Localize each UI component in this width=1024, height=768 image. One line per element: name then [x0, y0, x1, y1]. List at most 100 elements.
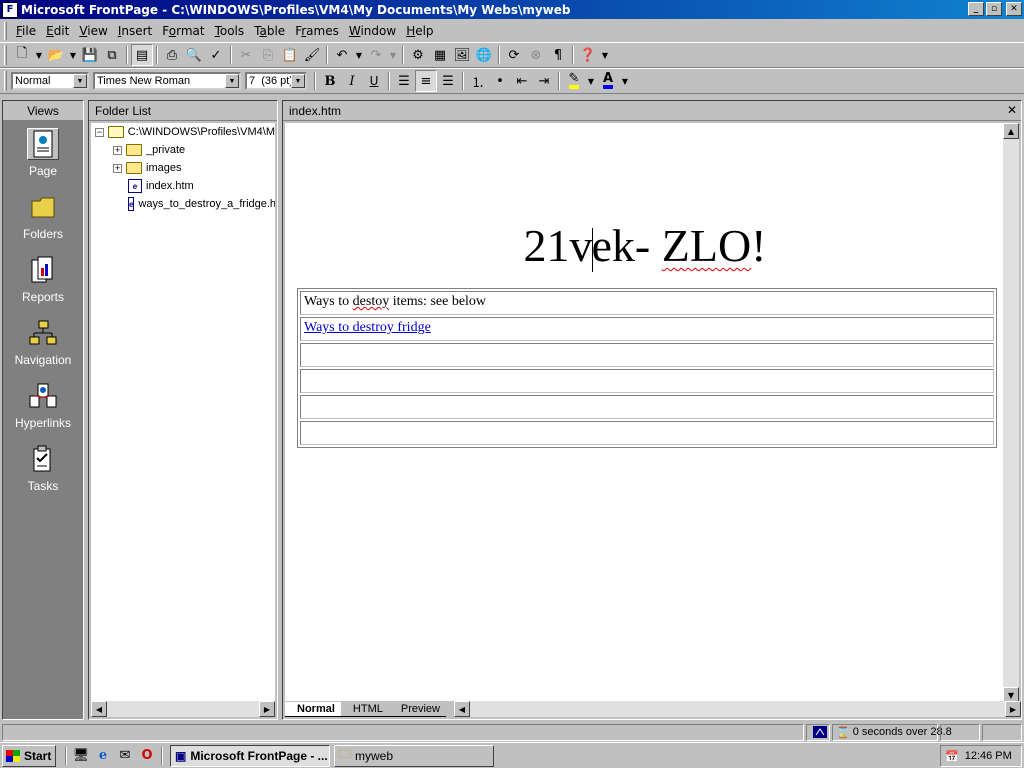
menu-frames[interactable]: Frames [290, 22, 344, 40]
folder-list-toggle-icon[interactable]: ▤ [131, 44, 153, 66]
help-dropdown-icon[interactable]: ▼ [599, 44, 611, 66]
menu-insert[interactable]: Insert [113, 22, 157, 40]
view-hyperlinks[interactable]: Hyperlinks [3, 373, 83, 436]
view-reports[interactable]: Reports [3, 247, 83, 310]
tree-item-index[interactable]: e index.htm [91, 177, 275, 195]
font-color-dropdown-icon[interactable]: ▼ [619, 70, 631, 92]
new-dropdown-icon[interactable]: ▼ [33, 44, 45, 66]
tab-html[interactable]: HTML [340, 702, 389, 717]
table-row[interactable] [300, 343, 994, 367]
help-icon[interactable]: ❓ [577, 44, 599, 66]
chevron-down-icon[interactable]: ▼ [291, 74, 305, 88]
view-folders[interactable]: Folders [3, 184, 83, 247]
scroll-track[interactable] [470, 701, 1005, 717]
undo-dropdown-icon[interactable]: ▼ [353, 44, 365, 66]
font-dropdown[interactable]: Times New Roman ▼ [93, 72, 241, 90]
refresh-icon[interactable]: ⟳ [503, 44, 525, 66]
insert-table-icon[interactable]: ▦ [429, 44, 451, 66]
italic-button[interactable]: I [341, 70, 363, 92]
expand-icon[interactable]: + [113, 145, 122, 155]
outlook-express-icon[interactable]: ✉ [115, 746, 135, 766]
insert-component-icon[interactable]: ⚙ [407, 44, 429, 66]
paste-icon[interactable]: 📋 [279, 44, 301, 66]
underline-button[interactable]: U [363, 70, 385, 92]
highlight-color-icon[interactable]: ✎ [563, 70, 585, 92]
tree-item-fridge-page[interactable]: e ways_to_destroy_a_fridge.h [91, 195, 275, 213]
format-painter-icon[interactable]: 🖌 [301, 44, 323, 66]
show-desktop-icon[interactable]: 🖥 [71, 746, 91, 766]
toolbar-grip[interactable] [4, 71, 7, 91]
align-center-icon[interactable]: ≡ [415, 70, 437, 92]
fridge-link[interactable]: Ways to destroy fridge [304, 320, 431, 335]
scheduler-icon[interactable]: 📅 [945, 750, 959, 763]
save-icon[interactable]: 💾 [79, 44, 101, 66]
tab-normal[interactable]: Normal [285, 701, 341, 717]
cut-icon[interactable]: ✂ [235, 44, 257, 66]
scroll-right-icon[interactable]: ▶ [1005, 701, 1021, 717]
menu-tools[interactable]: Tools [210, 22, 250, 40]
preview-in-browser-icon[interactable]: 🔍 [183, 44, 205, 66]
taskbar-myweb[interactable]: 🗀 myweb [334, 744, 494, 767]
style-dropdown[interactable]: Normal ▼ [11, 72, 89, 90]
start-button[interactable]: Start [2, 744, 56, 767]
frontpage-app-icon[interactable]: F [2, 1, 18, 18]
menu-help[interactable]: Help [401, 22, 438, 40]
undo-icon[interactable]: ↶ [331, 44, 353, 66]
scroll-up-icon[interactable]: ▲ [1003, 123, 1019, 139]
copy-icon[interactable]: ⎘ [257, 44, 279, 66]
tab-preview[interactable]: Preview [388, 702, 446, 717]
page-heading[interactable]: 21vek- ZLO! [285, 219, 1005, 273]
table-row[interactable]: Ways to destoy items: see below [300, 291, 994, 315]
internet-explorer-icon[interactable]: e [93, 746, 113, 766]
scroll-right-icon[interactable]: ▶ [259, 701, 275, 717]
stop-icon[interactable]: ⊗ [525, 44, 547, 66]
show-all-icon[interactable]: ¶ [547, 44, 569, 66]
decrease-indent-icon[interactable]: ⇤ [511, 70, 533, 92]
folder-list-hscrollbar[interactable]: ◀ ▶ [91, 701, 275, 717]
view-page[interactable]: Page [3, 121, 83, 184]
numbered-list-icon[interactable]: ⒈ [467, 70, 489, 92]
spelling-icon[interactable]: ✓ [205, 44, 227, 66]
redo-icon[interactable]: ↷ [365, 44, 387, 66]
font-size-dropdown[interactable]: 7 (36 pt) ▼ [245, 72, 307, 90]
scroll-left-icon[interactable]: ◀ [91, 701, 107, 717]
chevron-down-icon[interactable]: ▼ [73, 74, 87, 88]
document-canvas[interactable]: 21vek- ZLO! Ways to destoy items: see be… [285, 123, 1005, 703]
menu-table[interactable]: Table [249, 22, 290, 40]
bold-button[interactable]: B [319, 70, 341, 92]
toolbar-grip[interactable] [4, 45, 7, 65]
font-color-icon[interactable]: A [597, 70, 619, 92]
publish-web-icon[interactable]: ⧉ [101, 44, 123, 66]
highlight-dropdown-icon[interactable]: ▼ [585, 70, 597, 92]
table-row[interactable]: Ways to destroy fridge [300, 317, 994, 341]
align-right-icon[interactable]: ☰ [437, 70, 459, 92]
redo-dropdown-icon[interactable]: ▼ [387, 44, 399, 66]
menu-format[interactable]: Format [157, 22, 209, 40]
opera-icon[interactable]: O [137, 746, 157, 766]
close-document-icon[interactable]: ✕ [1007, 103, 1017, 117]
hyperlink-icon[interactable]: 🌐 [473, 44, 495, 66]
tree-item-private[interactable]: + _private [91, 141, 275, 159]
expand-icon[interactable]: + [113, 163, 122, 173]
close-button[interactable]: ✕ [1006, 2, 1022, 16]
taskbar-frontpage[interactable]: ▣ Microsoft FrontPage - ... [170, 744, 330, 767]
editor-hscrollbar[interactable]: ◀ ▶ [453, 701, 1021, 717]
open-folder-icon[interactable]: 📂 [45, 44, 67, 66]
maximize-button[interactable]: ▫ [986, 2, 1002, 16]
table-row[interactable] [300, 395, 994, 419]
menubar-grip[interactable] [4, 22, 7, 40]
open-dropdown-icon[interactable]: ▼ [67, 44, 79, 66]
table-row[interactable] [300, 369, 994, 393]
clock[interactable]: 12:46 PM [965, 750, 1012, 762]
menu-file[interactable]: File [11, 22, 41, 40]
collapse-icon[interactable]: − [95, 127, 104, 137]
view-tasks[interactable]: Tasks [3, 436, 83, 499]
minimize-button[interactable]: _ [968, 2, 984, 16]
tree-root[interactable]: − C:\WINDOWS\Profiles\VM4\M [91, 123, 275, 141]
view-navigation[interactable]: Navigation [3, 310, 83, 373]
menu-edit[interactable]: Edit [41, 22, 74, 40]
menu-view[interactable]: View [74, 22, 112, 40]
editor-vscrollbar[interactable]: ▲ ▼ [1003, 123, 1019, 703]
tree-item-images[interactable]: + images [91, 159, 275, 177]
align-left-icon[interactable]: ☰ [393, 70, 415, 92]
